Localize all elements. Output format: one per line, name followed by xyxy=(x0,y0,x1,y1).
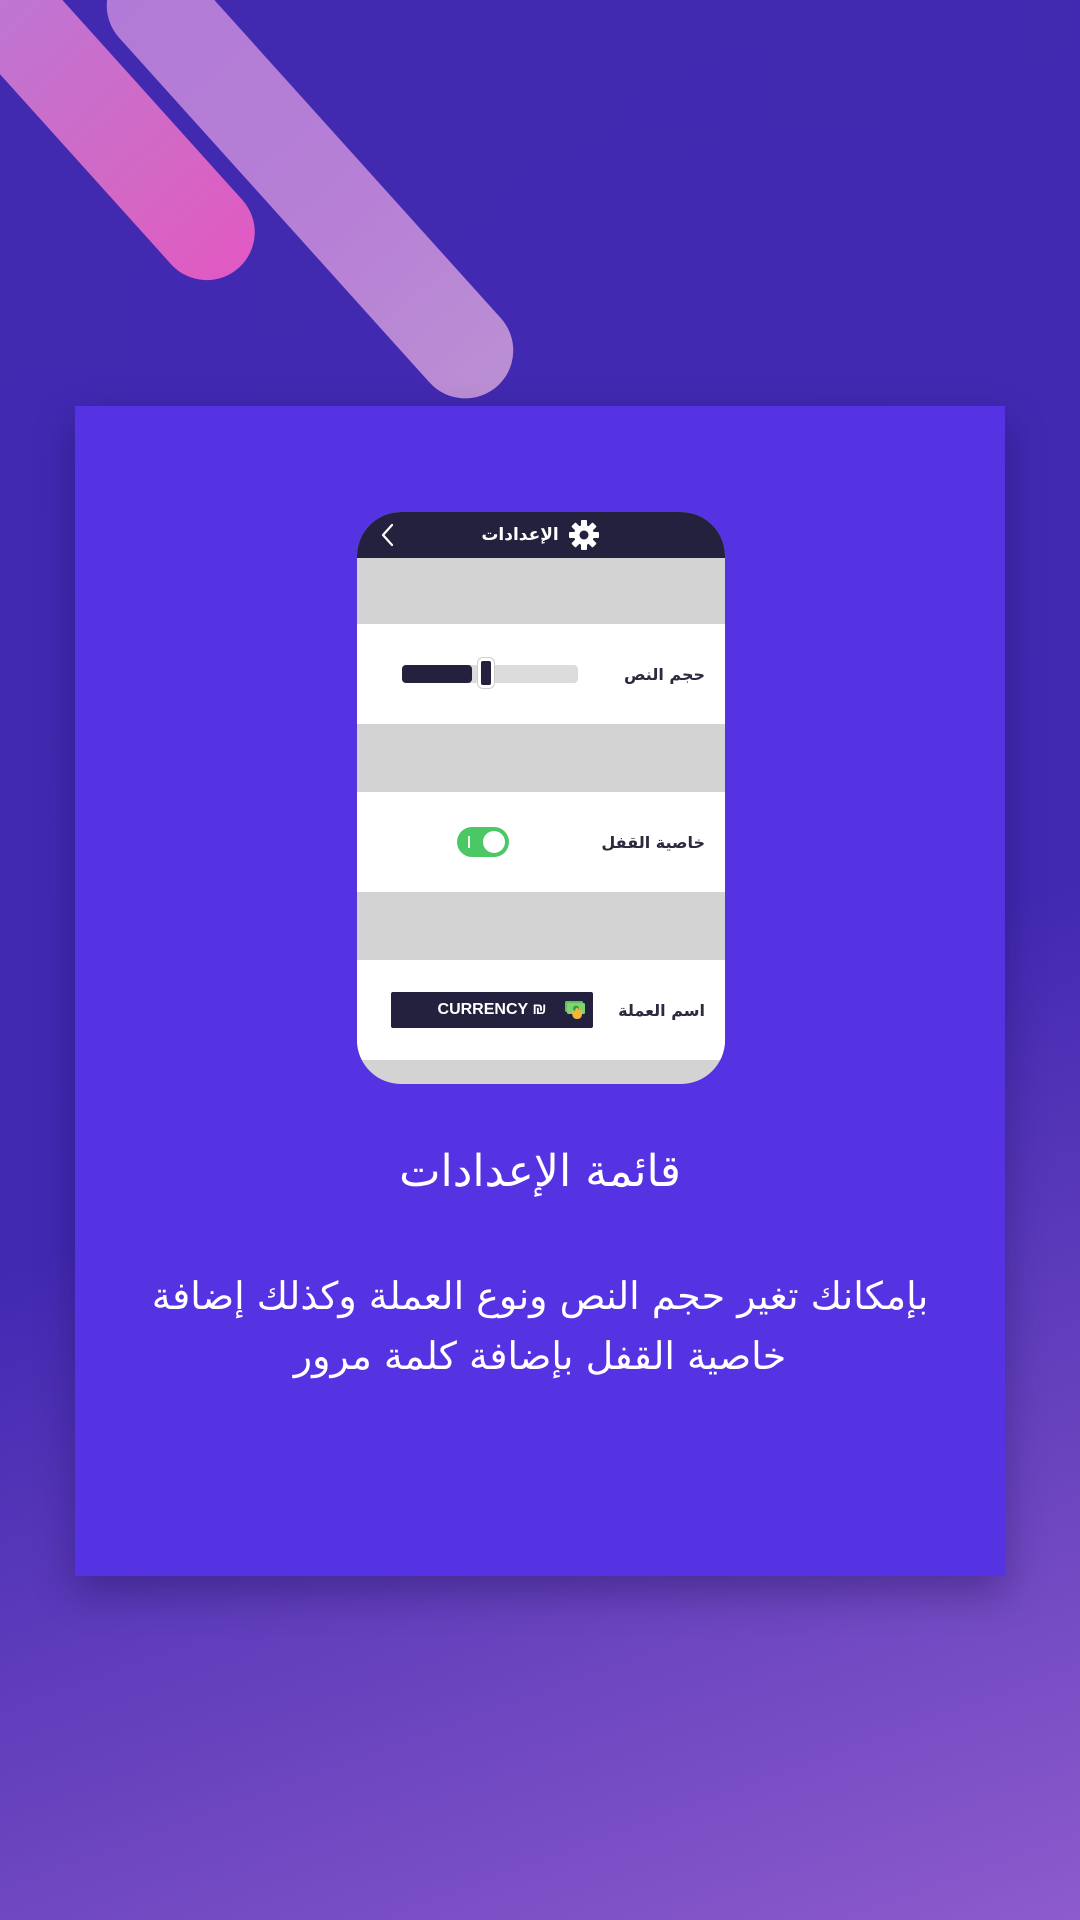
lock-toggle[interactable] xyxy=(457,827,509,857)
currency-label: اسم العملة xyxy=(618,1000,705,1020)
slider-fill xyxy=(402,665,472,683)
phone-mockup: الإعدادات حجم النص خاصية القفل اسم العمل… xyxy=(357,512,725,1084)
text-size-slider[interactable] xyxy=(402,658,578,688)
currency-text: CURRENCY ₪ xyxy=(437,1001,547,1018)
slider-thumb[interactable] xyxy=(478,658,494,688)
gear-icon xyxy=(568,520,599,550)
toggle-knob xyxy=(483,831,505,853)
text-size-label: حجم النص xyxy=(623,664,705,684)
toggle-on-mark xyxy=(468,836,470,848)
currency-button[interactable]: CURRENCY ₪ xyxy=(391,992,593,1028)
feature-description: بإمكانك تغير حجم النص ونوع العملة وكذلك … xyxy=(151,1274,929,1378)
lock-label: خاصية القفل xyxy=(601,832,705,852)
setting-row-lock: خاصية القفل xyxy=(357,792,725,892)
header-title-group: الإعدادات xyxy=(357,512,725,558)
settings-header: الإعدادات xyxy=(357,512,725,558)
money-icon xyxy=(565,1001,585,1019)
setting-row-currency: اسم العملة CURRENCY ₪ xyxy=(357,960,725,1060)
setting-row-text-size: حجم النص xyxy=(357,624,725,724)
feature-title: قائمة الإعدادات xyxy=(399,1146,681,1197)
feature-card: الإعدادات حجم النص خاصية القفل اسم العمل… xyxy=(75,406,1005,1576)
header-title: الإعدادات xyxy=(481,525,559,545)
